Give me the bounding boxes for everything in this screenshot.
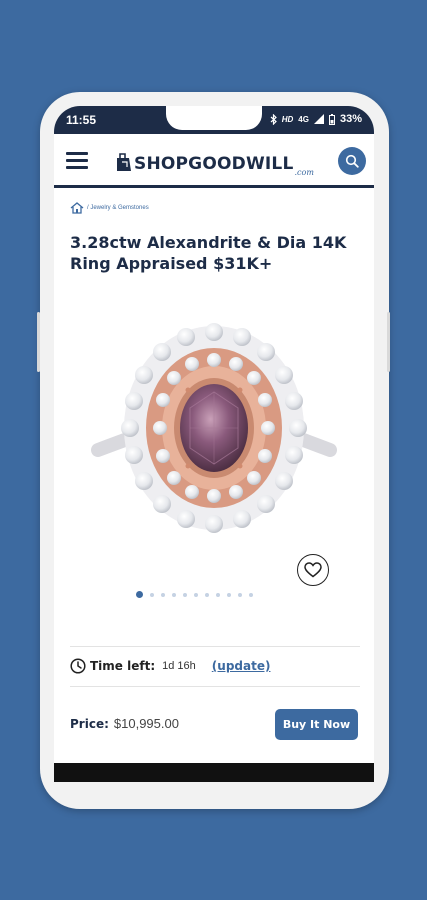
price-label: Price: <box>70 716 109 731</box>
favorite-button[interactable] <box>297 554 329 586</box>
carousel-dot[interactable] <box>238 592 242 597</box>
carousel-dot[interactable] <box>205 592 209 597</box>
carousel-dot[interactable] <box>194 592 198 597</box>
breadcrumb: / Jewelry & Gemstones <box>70 202 149 214</box>
app-screen: 11:55 HD 4G 33% SHOPGOODWILL .com / Jewe… <box>54 106 374 782</box>
battery-percent: 33% <box>339 113 362 125</box>
home-icon[interactable] <box>70 202 84 214</box>
status-bar: 11:55 HD 4G 33% <box>54 106 374 134</box>
search-button[interactable] <box>338 147 366 175</box>
camera-notch <box>166 106 262 130</box>
time-left-row: Time left: 1d 16h (update) <box>70 658 270 674</box>
shopgoodwill-logo[interactable]: SHOPGOODWILL .com <box>116 148 314 177</box>
app-header: SHOPGOODWILL .com <box>54 134 374 188</box>
logo-text: SHOPGOODWILL <box>134 154 294 174</box>
carousel-dot[interactable] <box>249 592 253 597</box>
status-time: 11:55 <box>66 113 97 127</box>
carousel-dot[interactable] <box>172 592 176 597</box>
carousel-dot[interactable] <box>136 591 143 598</box>
divider <box>70 686 360 687</box>
clock-icon <box>70 658 86 674</box>
signal-icon <box>313 114 324 124</box>
hd-icon: HD <box>281 114 294 124</box>
battery-icon <box>328 113 335 125</box>
4g-icon: 4G <box>298 114 309 124</box>
phone-power-button <box>387 312 390 372</box>
logo-bag-icon <box>117 153 131 171</box>
logo-suffix: .com <box>294 168 314 177</box>
carousel-dot[interactable] <box>150 592 154 597</box>
carousel-dot[interactable] <box>216 592 220 597</box>
image-carousel-indicator <box>136 591 253 598</box>
breadcrumb-category[interactable]: / Jewelry & Gemstones <box>87 205 149 211</box>
bottom-bar <box>54 763 374 782</box>
carousel-dot[interactable] <box>183 592 187 597</box>
heart-icon <box>304 562 322 578</box>
price-row: Price: $10,995.00 <box>70 716 179 731</box>
ring-image <box>91 323 337 533</box>
phone-volume-button <box>37 312 40 372</box>
product-title: 3.28ctw Alexandrite & Dia 14K Ring Appra… <box>70 233 347 273</box>
update-link[interactable]: (update) <box>212 659 271 673</box>
price-value: $10,995.00 <box>113 716 179 731</box>
carousel-dot[interactable] <box>161 592 165 597</box>
time-left-value: 1d 16h <box>162 660 196 672</box>
status-icons: HD 4G 33% <box>270 113 362 125</box>
time-left-label: Time left: <box>90 659 156 673</box>
buy-it-now-button[interactable]: Buy It Now <box>275 709 358 740</box>
search-icon <box>345 154 359 168</box>
divider <box>70 646 360 647</box>
product-image[interactable] <box>78 300 350 540</box>
hamburger-menu-icon[interactable] <box>66 152 88 169</box>
carousel-dot[interactable] <box>227 592 231 597</box>
bluetooth-icon <box>270 113 277 125</box>
